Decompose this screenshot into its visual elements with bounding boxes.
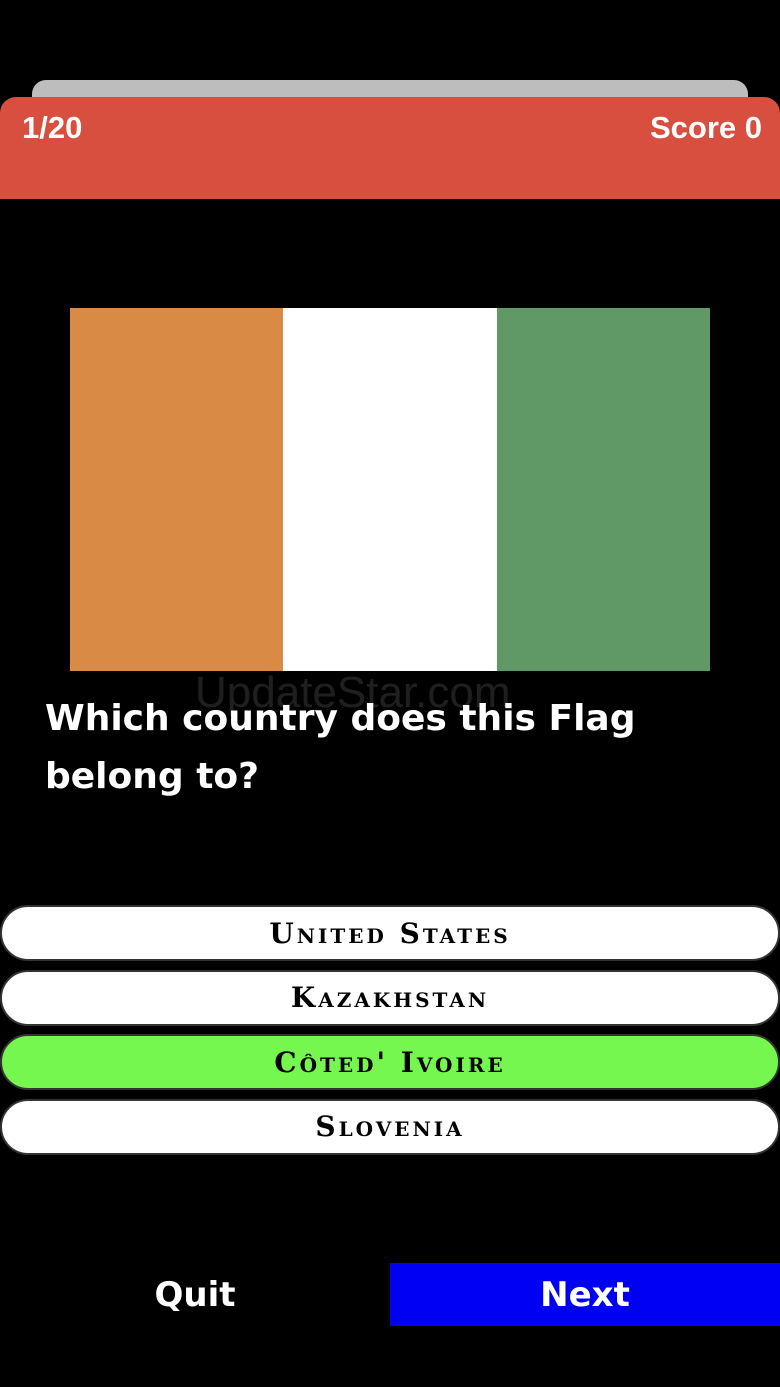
answer-option-cote-divoire[interactable]: Côted' Ivoire (0, 1034, 780, 1090)
answer-list: United States Kazakhstan Côted' Ivoire S… (0, 905, 780, 1163)
next-button[interactable]: Next (390, 1263, 780, 1326)
question-text: Which country does this Flag belong to? (45, 698, 636, 797)
answer-option-united-states[interactable]: United States (0, 905, 780, 961)
quit-button[interactable]: Quit (0, 1263, 390, 1326)
flag-stripe-white (283, 308, 497, 671)
flag-stripe-orange (70, 308, 284, 671)
answer-option-slovenia[interactable]: Slovenia (0, 1098, 780, 1155)
question-progress: 1/20 (22, 110, 83, 145)
score-label: Score 0 (649, 110, 762, 145)
answer-option-kazakhstan[interactable]: Kazakhstan (0, 969, 780, 1026)
flag-stripe-green (496, 308, 710, 671)
flag-image (70, 308, 710, 671)
